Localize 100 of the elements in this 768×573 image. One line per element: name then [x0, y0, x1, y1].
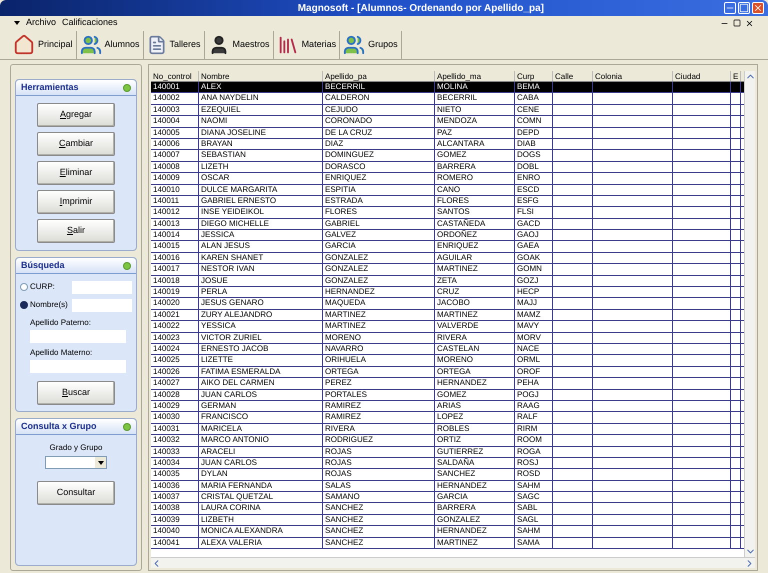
table-row[interactable]: 140031 MARICELA RIVERA ROBLES RIRM	[151, 424, 744, 436]
table-row[interactable]: 140029 GERMAN RAMIREZ ARIAS RAAG	[151, 400, 744, 412]
column-header[interactable]: No_control	[151, 71, 199, 81]
toolbar-button[interactable]: Maestros	[204, 30, 274, 58]
column-header[interactable]: Apellido_pa	[323, 71, 435, 81]
table-cell: NAOMI	[201, 116, 228, 126]
menu-item[interactable]: Archivo	[26, 16, 56, 30]
toolbar-button[interactable]: Grupos	[340, 30, 402, 58]
toolbar-button[interactable]: Alumnos	[76, 30, 144, 58]
table-row[interactable]: 140012 INSE YEIDEIKOL FLORES SANTOS FLSI	[151, 207, 744, 219]
table-row[interactable]: 140036 MARIA FERNANDA SALAS HERNANDEZ SAHM	[151, 480, 744, 492]
table-row[interactable]: 140037 CRISTAL QUETZAL SAMANO GARCIA SAGC	[151, 492, 744, 504]
table-row[interactable]: 140035 DYLAN ROJAS SANCHEZ ROSD	[151, 469, 744, 481]
table-cell: MAQUEDA	[325, 298, 366, 308]
panel-button[interactable]: Imprimir	[37, 190, 115, 214]
table-cell: 140009	[153, 173, 180, 182]
text-field[interactable]	[30, 360, 126, 373]
table-row[interactable]: 140022 YESSICA MARTINEZ VALVERDE MAVY	[151, 321, 744, 333]
table-row[interactable]: 140017 NESTOR IVAN GONZALEZ MARTINEZ GOMN	[151, 264, 744, 276]
table-row[interactable]: 140016 KAREN SHANET GONZALEZ AGUILAR GOAK	[151, 252, 744, 264]
column-header[interactable]: E	[731, 71, 741, 81]
dropdown-field[interactable]	[45, 456, 107, 469]
table-row[interactable]: 140014 JESSICA GALVEZ ORDOÑEZ GAOJ	[151, 230, 744, 242]
maximize-icon[interactable]	[738, 2, 750, 14]
table-row[interactable]: 140039 LIZBETH SANCHEZ GONZALEZ SAGL	[151, 514, 744, 526]
table-cell: MOLINA	[437, 82, 468, 91]
panel-button[interactable]: Eliminar	[37, 161, 115, 185]
column-header[interactable]: Apellido_ma	[435, 71, 515, 81]
table-row[interactable]: 140018 JOSUE GONZALEZ ZETA GOZJ	[151, 276, 744, 288]
table-row[interactable]: 140005 DIANA JOSELINE DE LA CRUZ PAZ DEPD	[151, 128, 744, 139]
table-row[interactable]: 140034 JUAN CARLOS ROJAS SALDAÑA ROSJ	[151, 458, 744, 470]
panel-button[interactable]: Agregar	[37, 103, 115, 127]
table-cell: RIVERA	[437, 332, 467, 342]
table-row[interactable]: 140015 ALAN JESUS GARCIA ENRIQUEZ GAEA	[151, 241, 744, 253]
table-row[interactable]: 140008 LIZETH DORASCO BARRERA DOBL	[151, 162, 744, 174]
column-header[interactable]: Curp	[515, 71, 553, 81]
panel-button[interactable]: Salir	[37, 219, 115, 243]
table-row[interactable]: 140009 OSCAR ENRIQUEZ ROMERO ENRO	[151, 173, 744, 185]
table-row[interactable]: 140040 MONICA ALEXANDRA SANCHEZ HERNANDEZ SAHM	[151, 526, 744, 538]
table-row[interactable]: 140028 JUAN CARLOS PORTALES GOMEZ POGJ	[151, 390, 744, 401]
table-row[interactable]: 140024 ERNESTO JACOB NAVARRO CASTELAN NACE	[151, 344, 744, 356]
table-row[interactable]: 140001 ALEX BECERRIL MOLINA BEMA	[151, 82, 744, 94]
search-field[interactable]	[72, 298, 132, 312]
close-icon[interactable]	[745, 18, 754, 28]
table-row[interactable]: 140025 LIZETTE ORIHUELA MORENO ORML	[151, 355, 744, 367]
panel-button[interactable]: Cambiar	[37, 132, 115, 156]
panel-button[interactable]: Buscar	[37, 381, 115, 405]
table-cell: ESFG	[517, 196, 539, 205]
table-cell: GERMAN	[201, 400, 236, 410]
table-row[interactable]: 140033 ARACELI ROJAS GUTIERREZ ROGA	[151, 446, 744, 458]
table-cell: RIRM	[517, 424, 538, 433]
table-row[interactable]: 140006 BRAYAN DIAZ ALCANTARA DIAB	[151, 138, 744, 150]
table-row[interactable]: 140020 JESUS GENARO MAQUEDA JACOBO MAJJ	[151, 298, 744, 310]
table-row[interactable]: 140010 DULCE MARGARITA ESPITIA CANO ESCD	[151, 184, 744, 196]
toolbar-button[interactable]: Talleres	[144, 30, 205, 58]
table-row[interactable]: 140019 PERLA HERNANDEZ CRUZ HECP	[151, 287, 744, 298]
text-field[interactable]	[30, 330, 126, 343]
table-row[interactable]: 140023 VICTOR ZURIEL MORENO RIVERA MORV	[151, 332, 744, 344]
table-cell: DULCE MARGARITA	[201, 184, 278, 194]
radio-button[interactable]	[20, 301, 28, 309]
search-field[interactable]	[72, 280, 132, 294]
table-row[interactable]: 140030 FRANCISCO RAMIREZ LOPEZ RALF	[151, 412, 744, 424]
table-cell: MARICELA	[201, 424, 242, 433]
table-cell: ROSJ	[517, 458, 538, 467]
column-header[interactable]: Ciudad	[673, 71, 731, 81]
table-row[interactable]: 140011 GABRIEL ERNESTO ESTRADA FLORES ESFG	[151, 196, 744, 208]
column-header[interactable]: Nombre	[199, 71, 323, 81]
table-row[interactable]: 140027 AIKO DEL CARMEN PEREZ HERNANDEZ PEHA	[151, 378, 744, 390]
table-cell: 140002	[153, 93, 180, 102]
table-cell: GOMEZ	[437, 390, 466, 399]
radio-button[interactable]	[20, 283, 28, 291]
table-row[interactable]: 140038 LAURA CORINA SANCHEZ BARRERA SABL	[151, 503, 744, 515]
table-cell: NACE	[517, 344, 540, 353]
table-row[interactable]: 140004 NAOMI CORONADO MENDOZA COMN	[151, 116, 744, 128]
panel-button[interactable]: Consultar	[37, 480, 115, 505]
table-cell: 140014	[153, 230, 180, 240]
table-cell: MAVY	[517, 321, 540, 330]
table-row[interactable]: 140002 ANA NAYDELIN CALDERON BECERRIL CABA	[151, 93, 744, 105]
menu-caret-icon[interactable]	[14, 21, 20, 25]
table-cell: FATIMA ESMERALDA	[201, 366, 280, 376]
table-row[interactable]: 140003 EZEQUIEL CEJUDO NIETO CENE	[151, 104, 744, 116]
table-cell: 140027	[153, 378, 180, 388]
table-cell: PEHA	[517, 378, 539, 388]
table-cell: ENRIQUEZ	[437, 241, 478, 250]
table-row[interactable]: 140026 FATIMA ESMERALDA ORTEGA ORTEGA OROF	[151, 366, 744, 378]
column-header[interactable]: Colonia	[593, 71, 673, 81]
toolbar-button[interactable]: Principal	[10, 30, 77, 58]
table-row[interactable]: 140013 DIEGO MICHELLE GABRIEL CASTAÑEDA GACD	[151, 218, 744, 230]
dropdown-arrow-icon[interactable]	[98, 460, 104, 464]
column-header[interactable]: Calle	[553, 71, 593, 81]
toolbar-button[interactable]: Materias	[274, 30, 340, 58]
minimize-icon[interactable]	[724, 2, 736, 14]
table-cell: 140038	[153, 503, 180, 512]
table-row[interactable]: 140041 ALEXA VALERIA SANCHEZ MARTINEZ SAMA	[151, 538, 744, 550]
menu-item[interactable]: Calificaciones	[62, 16, 118, 30]
table-cell: 140006	[153, 138, 180, 148]
table-row[interactable]: 140021 ZURY ALEJANDRO MARTINEZ MARTINEZ MAMZ	[151, 310, 744, 322]
table-row[interactable]: 140007 SEBASTIAN DOMINGUEZ GOMEZ DOGS	[151, 150, 744, 162]
restore-icon[interactable]	[733, 18, 741, 26]
table-row[interactable]: 140032 MARCO ANTONIO RODRIGUEZ ORTIZ ROOM	[151, 435, 744, 446]
